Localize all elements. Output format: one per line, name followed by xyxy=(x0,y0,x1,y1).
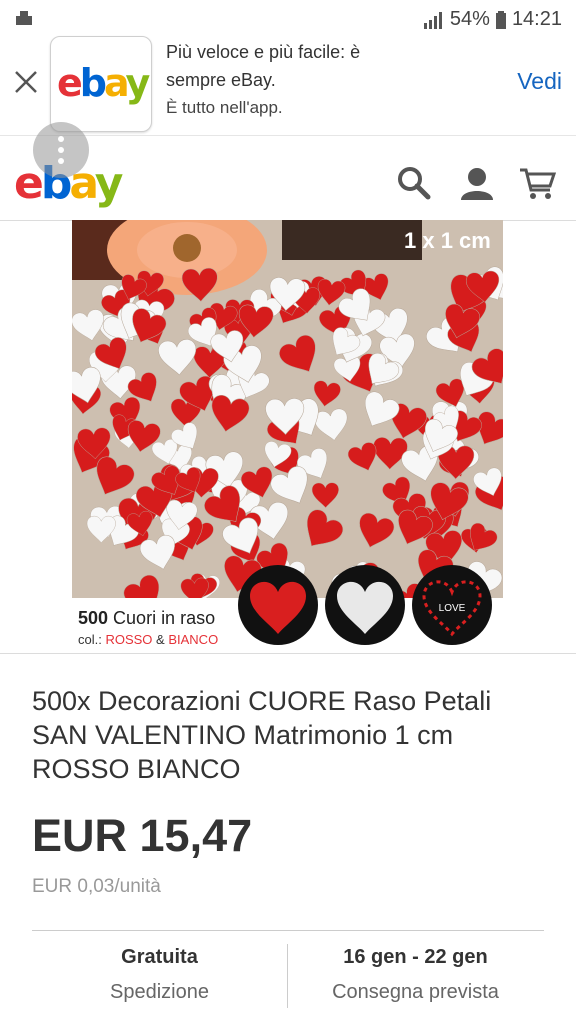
red-heart-swatch xyxy=(238,565,318,645)
caption-line-2: col.: ROSSO & BIANCO xyxy=(78,632,218,647)
cart-icon[interactable] xyxy=(518,164,556,202)
search-icon[interactable] xyxy=(395,164,433,202)
banner-line-2: sempre eBay. xyxy=(166,70,276,90)
size-label: 1 x 1 cm xyxy=(404,228,491,253)
battery-percent: 54% xyxy=(449,8,490,30)
delivery-value: 16 gen - 22 gen xyxy=(343,946,488,968)
banner-line-3: È tutto nell'app. xyxy=(166,98,283,117)
ebay-app-icon[interactable]: ebay xyxy=(50,36,152,132)
more-options-button[interactable] xyxy=(33,122,89,178)
user-icon[interactable] xyxy=(458,164,496,202)
shipping-info: Gratuita Spedizione xyxy=(32,946,287,1004)
clock: 14:21 xyxy=(511,8,562,30)
love-text: LOVE xyxy=(439,603,466,614)
shipping-label: Spedizione xyxy=(110,981,209,1003)
delivery-info: 16 gen - 22 gen Consegna prevista xyxy=(287,946,544,1004)
unit-price: EUR 0,03/unità xyxy=(32,876,161,897)
battery-icon xyxy=(495,10,506,29)
banner-line-1: Più veloce e più facile: è xyxy=(166,42,361,62)
notification-icon xyxy=(14,9,34,33)
product-title: 500x Decorazioni CUORE Raso Petali SAN V… xyxy=(32,686,492,784)
caption-line-1: 500 Cuori in raso xyxy=(78,608,215,628)
love-heart-swatch: LOVE xyxy=(412,565,492,645)
delivery-label: Consegna prevista xyxy=(332,981,499,1003)
view-app-button[interactable]: Vedi xyxy=(517,68,562,95)
shipping-value: Gratuita xyxy=(121,946,198,968)
details-divider xyxy=(32,930,544,931)
banner-text: Più veloce e più facile: è sempre eBay. … xyxy=(166,38,360,122)
white-heart-swatch xyxy=(325,565,405,645)
image-divider xyxy=(0,653,576,654)
close-icon[interactable] xyxy=(10,66,42,98)
product-price: EUR 15,47 xyxy=(32,810,253,861)
status-bar: 54% 14:21 xyxy=(0,0,576,38)
ebay-logo: ebay xyxy=(57,61,150,105)
signal-icon xyxy=(423,11,442,29)
product-photo: 1 x 1 cm 500 Cuori in raso col.: ROSSO &… xyxy=(72,220,503,652)
app-banner: ebay Più veloce e più facile: è sempre e… xyxy=(0,36,576,136)
product-image[interactable]: 1 x 1 cm 500 Cuori in raso col.: ROSSO &… xyxy=(72,220,503,652)
